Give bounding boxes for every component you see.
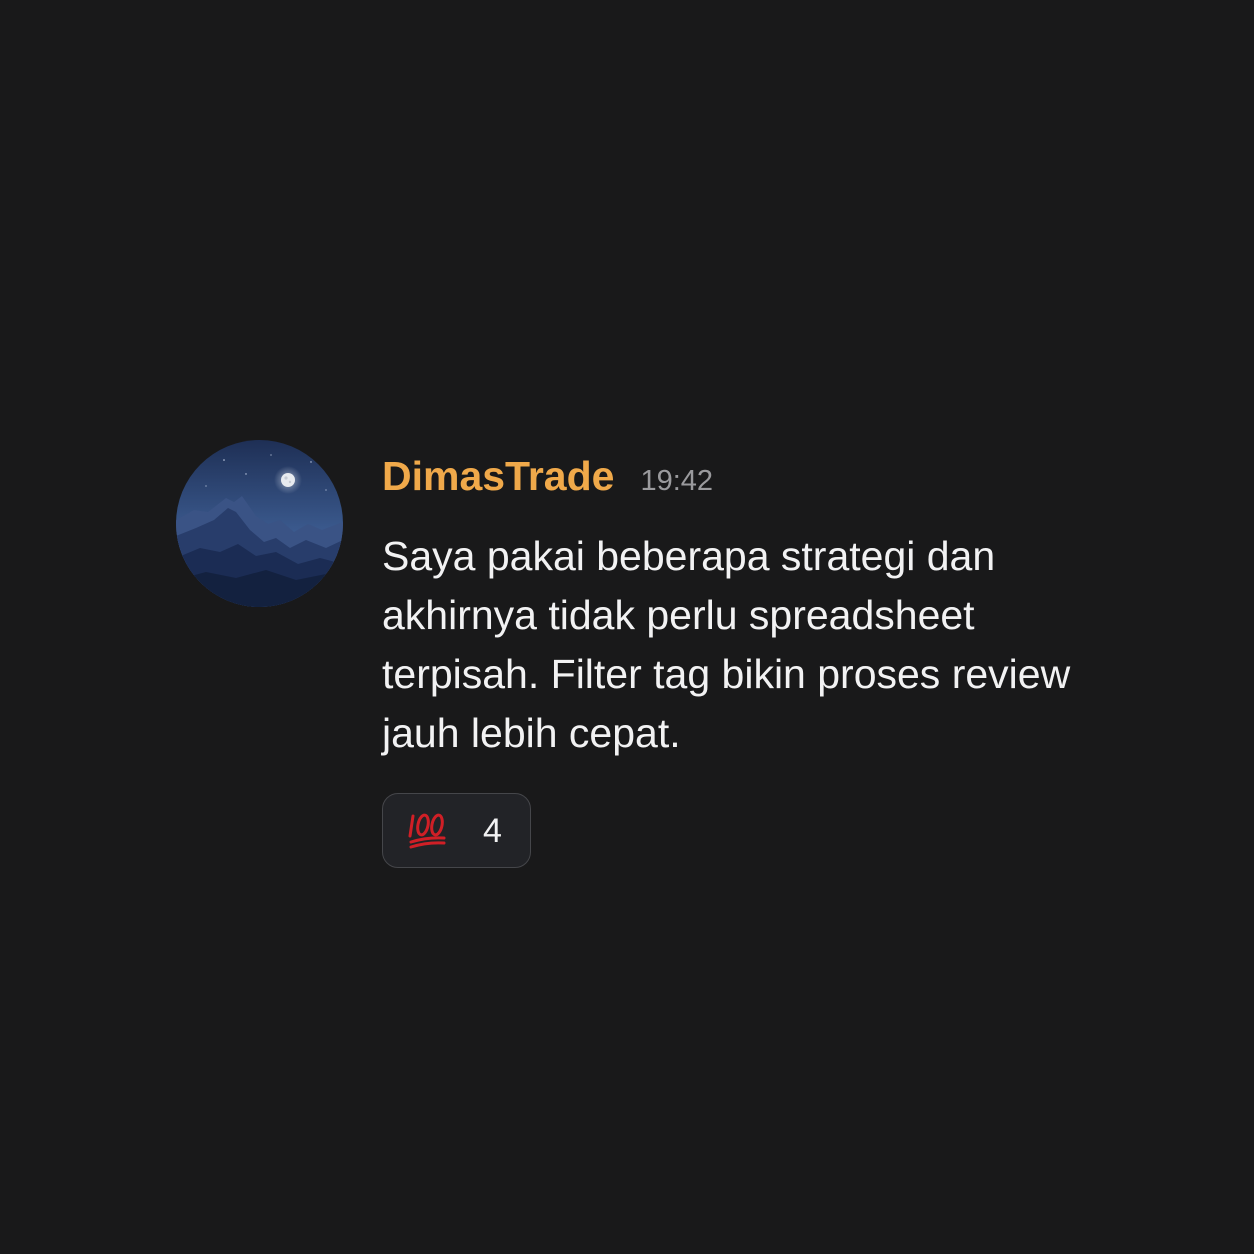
hundred-points-icon [408,813,446,849]
message-content: DimasTrade 19:42 Saya pakai beberapa str… [382,440,1122,763]
message-text: Saya pakai beberapa strategi dan akhirny… [382,533,1071,756]
night-mountain-avatar-image [176,440,343,607]
avatar[interactable] [176,440,343,607]
reaction-count: 4 [483,812,502,850]
moon-icon [281,473,295,487]
timestamp: 19:42 [640,465,714,497]
message-header: DimasTrade 19:42 [382,440,1122,510]
username[interactable]: DimasTrade [382,450,614,502]
reaction-button[interactable]: 4 [382,793,531,868]
